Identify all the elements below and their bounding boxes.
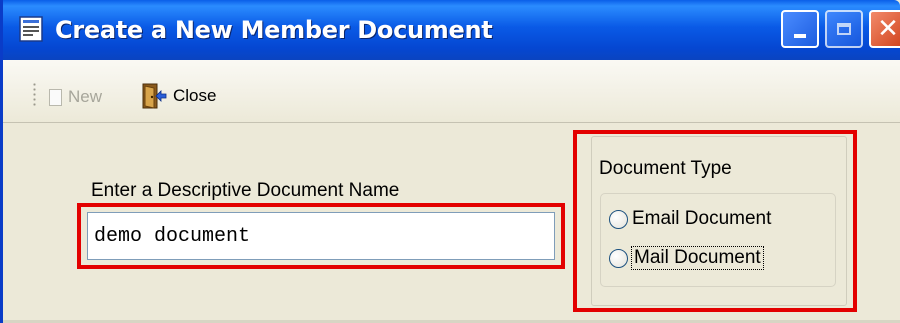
document-type-legend: Document Type	[599, 158, 732, 179]
maximize-icon	[837, 23, 851, 35]
toolbar	[3, 60, 900, 123]
document-name-label: Enter a Descriptive Document Name	[91, 180, 400, 201]
radio-label[interactable]: Mail Document	[631, 246, 764, 270]
close-button[interactable]: Close	[141, 82, 216, 110]
exit-door-icon	[142, 83, 167, 109]
minimize-icon	[794, 34, 806, 38]
radio-button[interactable]	[609, 248, 628, 268]
title-bar[interactable]: Create a New Member Document ✕	[3, 0, 900, 60]
new-document-icon	[49, 88, 62, 106]
new-button-label: New	[68, 87, 103, 106]
radio-mail-document[interactable]: Mail Document	[609, 245, 764, 271]
minimize-button[interactable]	[781, 10, 819, 48]
document-name-input[interactable]	[87, 212, 555, 260]
maximize-button[interactable]	[825, 10, 863, 48]
close-icon: ✕	[877, 14, 899, 44]
radio-label[interactable]: Email Document	[632, 208, 771, 230]
toolbar-grip[interactable]	[33, 82, 36, 108]
new-button[interactable]: New	[49, 84, 102, 110]
member-document-window: Create a New Member Document ✕ New Close…	[0, 0, 900, 323]
window-title: Create a New Member Document	[55, 16, 493, 44]
close-button-label: Close	[173, 86, 217, 105]
close-window-button[interactable]: ✕	[869, 10, 900, 48]
form-icon	[19, 16, 43, 42]
radio-button[interactable]	[609, 209, 628, 229]
radio-email-document[interactable]: Email Document	[609, 206, 771, 232]
